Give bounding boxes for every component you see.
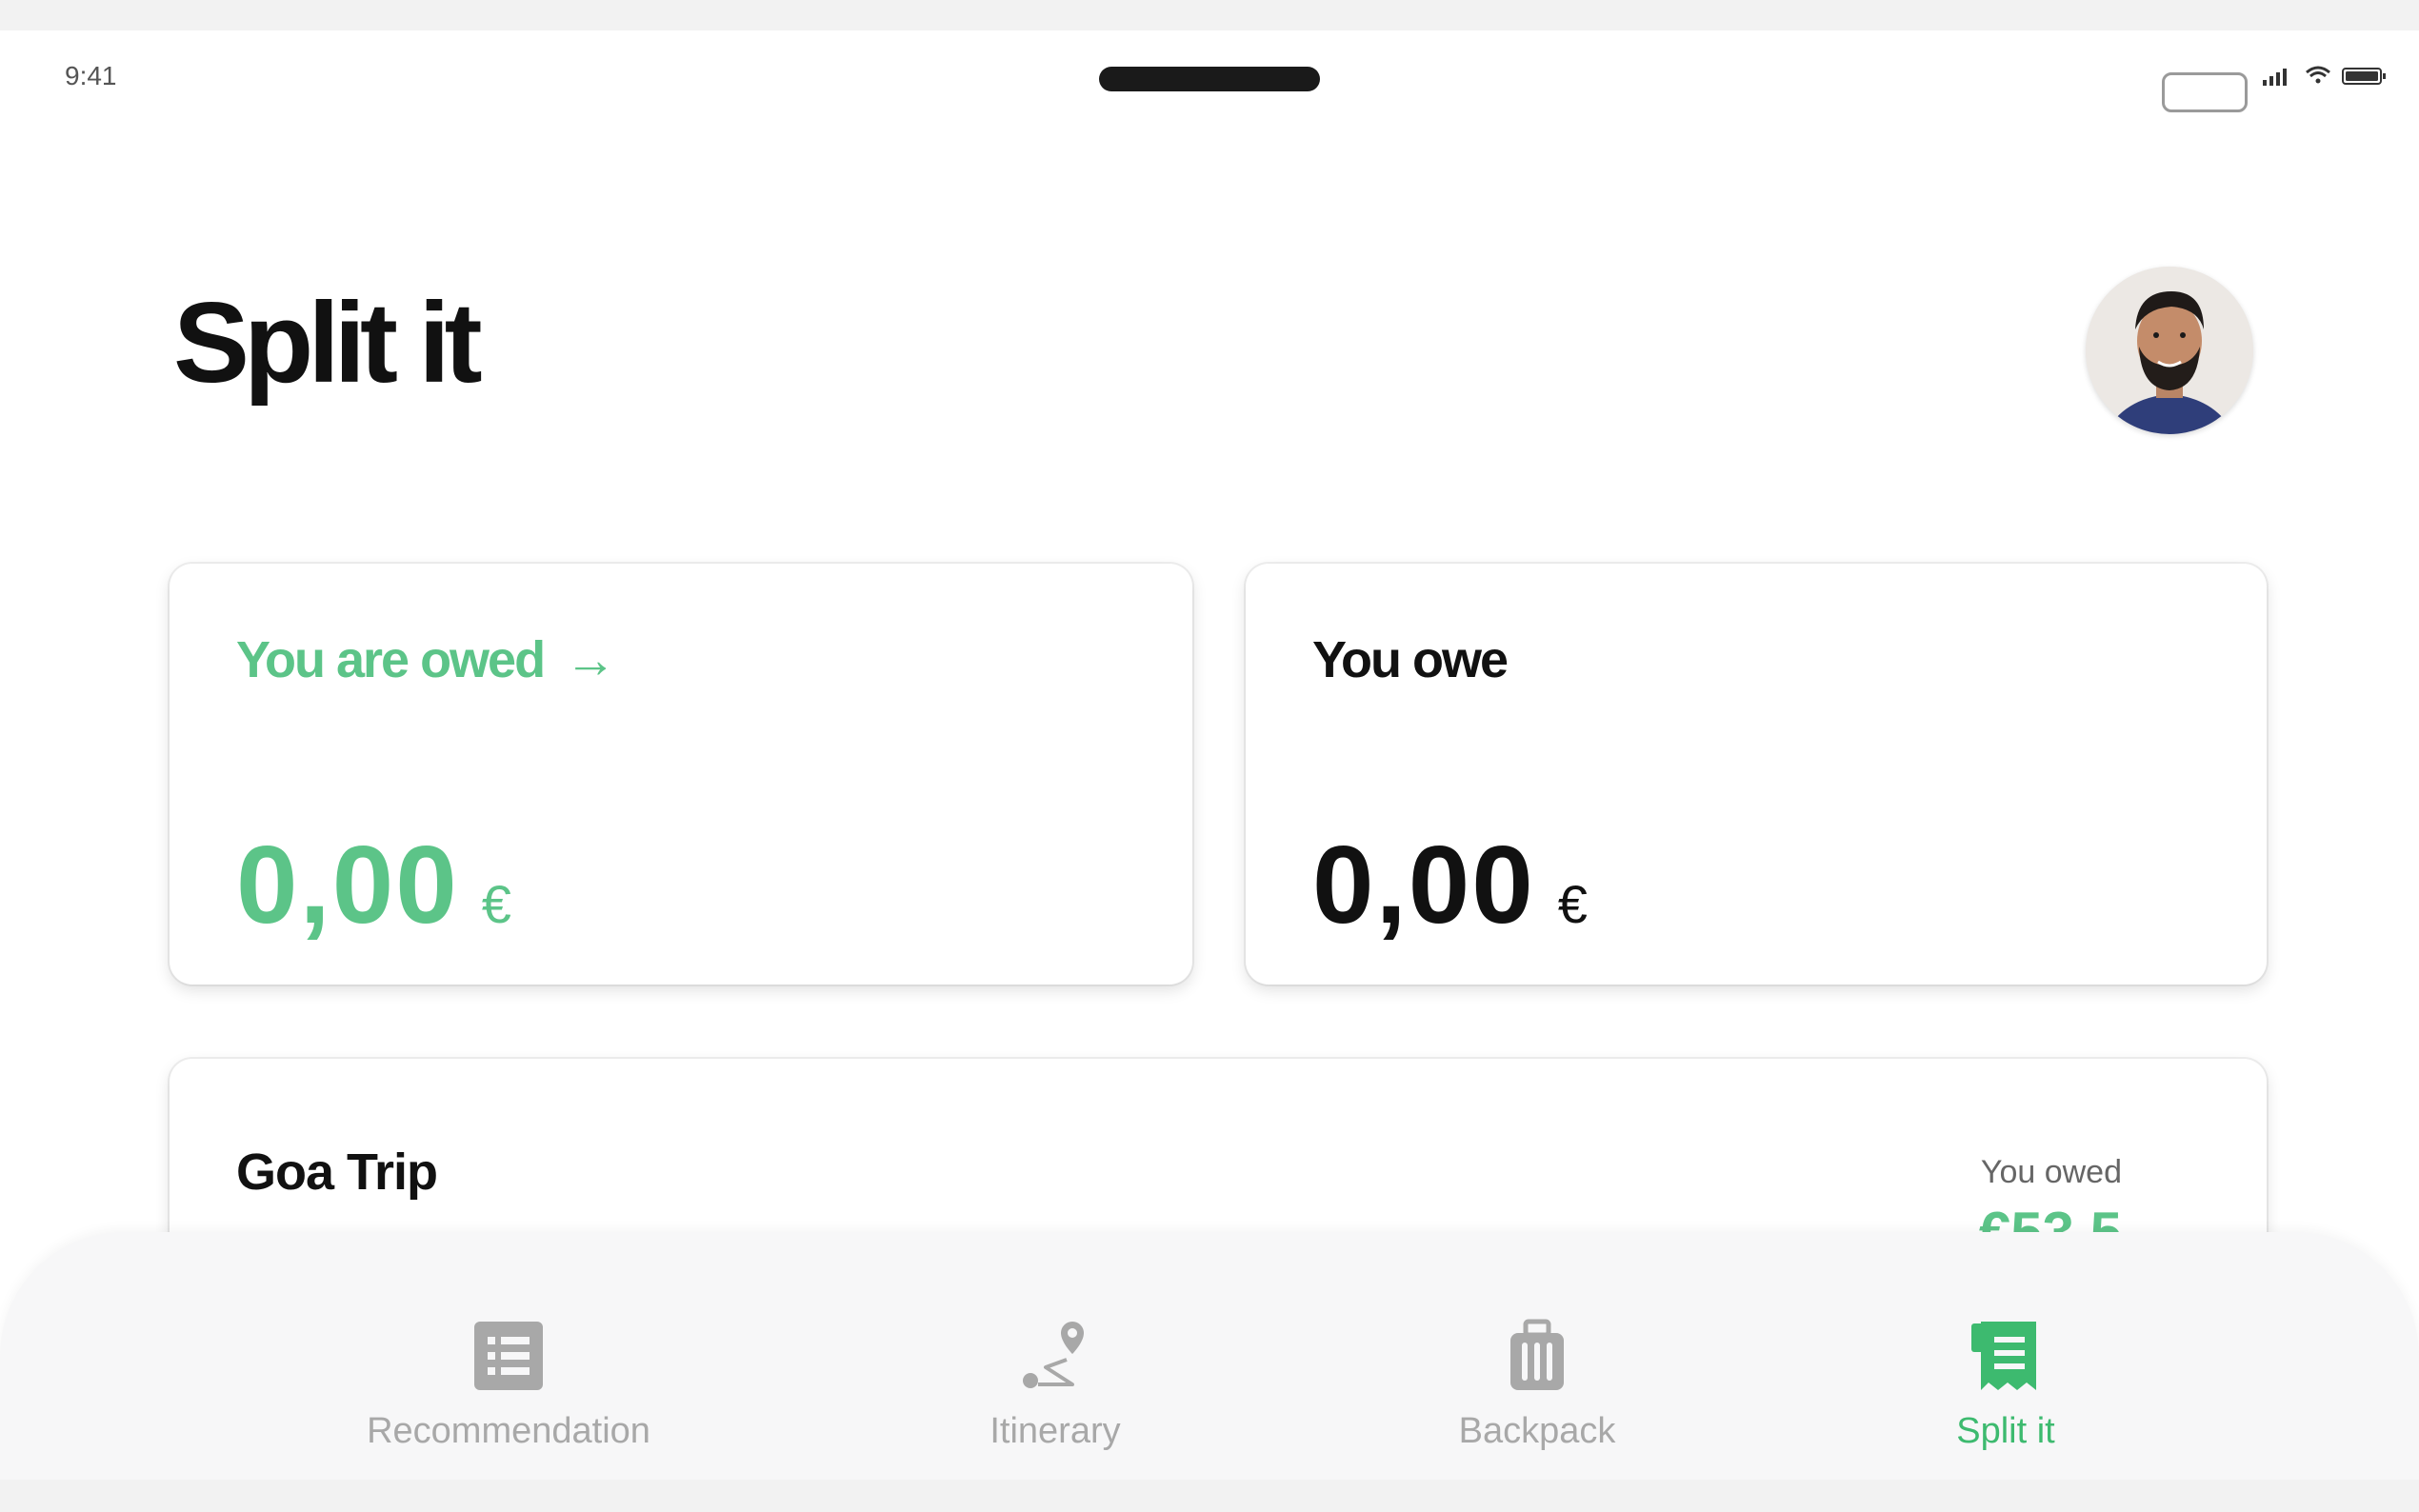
route-icon [1023,1322,1084,1388]
signal-icon [2263,69,2287,86]
you-owe-label: You owe [1312,631,1509,688]
status-indicator-box [2162,72,2248,112]
nav-item-backpack[interactable]: Backpack [1347,1318,1728,1452]
owe-currency: € [1557,874,1589,934]
device-notch [1099,67,1320,91]
nav-item-split-it[interactable]: Split it [1815,1318,2196,1452]
owed-currency: € [481,874,513,934]
nav-label-split-it: Split it [1956,1411,2055,1451]
status-icons [2263,66,2386,86]
owe-amount-value: 0,00 [1312,823,1535,946]
you-owe-card: You owe 0,00 € [1246,564,2267,985]
luggage-icon [1510,1319,1564,1390]
wifi-icon [2306,66,2330,84]
you-are-owed-label: You are owed [236,631,546,688]
you-are-owed-heading: You are owed → [236,630,616,689]
owed-amount: 0,00 € [236,821,513,948]
you-are-owed-card[interactable]: You are owed → 0,00 € [170,564,1192,985]
bottom-nav: Recommendation Itinerary Backpack Split … [0,1232,2419,1480]
page-title: Split it [173,279,483,407]
arrow-right-icon: → [565,631,616,688]
owe-amount: 0,00 € [1312,821,1589,948]
nav-item-recommendation[interactable]: Recommendation [318,1318,699,1452]
battery-icon [2342,68,2386,85]
trip-name: Goa Trip [236,1144,438,1201]
split-it-screen: 9:41 Split it You are owed → 0,00 € You … [0,30,2419,1480]
owed-amount-value: 0,00 [236,823,459,946]
list-icon [474,1322,543,1390]
nav-label-itinerary: Itinerary [990,1411,1121,1451]
nav-item-itinerary[interactable]: Itinerary [865,1318,1246,1452]
receipt-icon [1971,1322,2036,1390]
status-time: 9:41 [65,61,117,90]
nav-label-backpack: Backpack [1458,1411,1616,1451]
nav-label-recommendation: Recommendation [367,1411,650,1451]
trip-status-label: You owed [1980,1154,2122,1190]
avatar[interactable] [2086,267,2253,434]
avatar-image [2086,267,2253,434]
